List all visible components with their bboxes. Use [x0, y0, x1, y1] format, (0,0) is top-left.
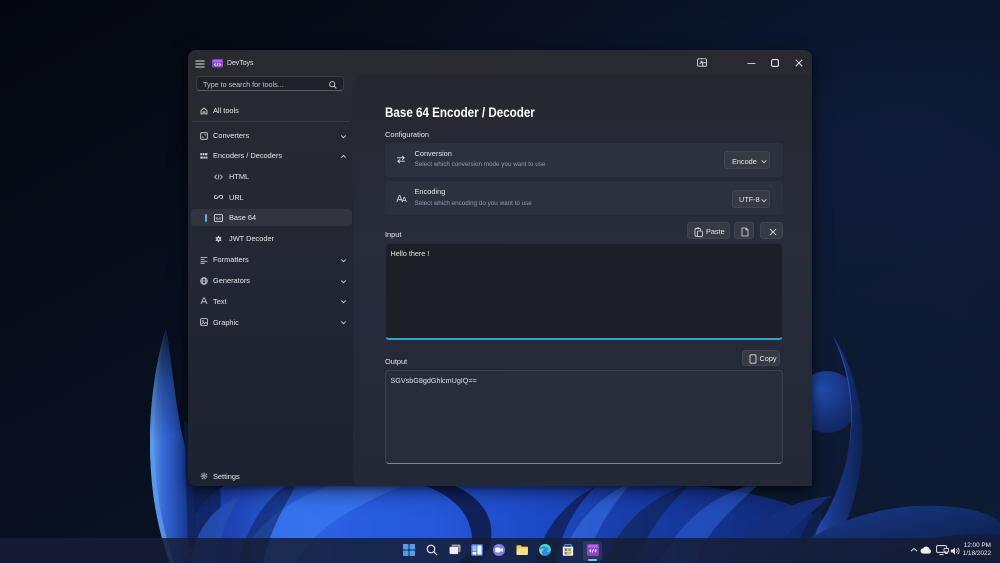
svg-text:64: 64	[216, 215, 221, 220]
